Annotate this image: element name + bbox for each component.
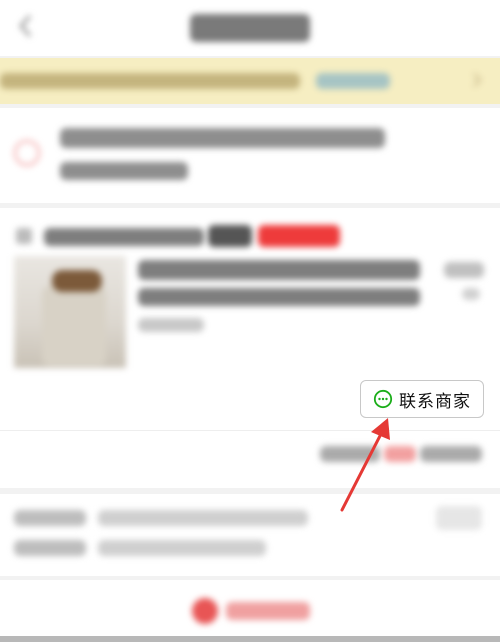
notice-banner [0, 58, 500, 104]
home-indicator [0, 636, 500, 642]
bottom-action-card [0, 580, 500, 642]
product-spec [138, 318, 204, 332]
order-number-label [14, 510, 86, 526]
shop-promo-tag [258, 225, 340, 247]
product-thumbnail[interactable] [14, 256, 126, 368]
chevron-right-icon[interactable] [472, 72, 482, 88]
product-quantity [462, 288, 480, 300]
product-title[interactable] [138, 260, 420, 280]
status-subtext [60, 162, 188, 180]
page-title [190, 14, 310, 42]
notice-text [0, 73, 300, 89]
shop-name[interactable] [44, 228, 204, 246]
order-time-label [14, 540, 86, 556]
order-number-value [98, 510, 308, 526]
chat-bubble-icon [373, 389, 393, 409]
order-total-note [420, 446, 482, 462]
copy-button[interactable] [436, 506, 482, 530]
bottom-action-icon [192, 598, 218, 624]
order-status-card [0, 108, 500, 203]
product-title-line2 [138, 288, 420, 306]
contact-merchant-label: 联系商家 [399, 391, 471, 412]
annotation-arrow-icon [340, 418, 390, 512]
top-nav-bar [0, 0, 500, 56]
divider [0, 430, 500, 431]
order-info-card [0, 494, 500, 576]
order-time-value [98, 540, 266, 556]
status-text [60, 128, 385, 148]
back-arrow-icon[interactable] [18, 14, 34, 38]
shop-tag [208, 225, 252, 247]
product-price [444, 262, 484, 278]
shop-icon [16, 228, 32, 244]
notice-link[interactable] [316, 73, 390, 89]
bottom-action-button[interactable] [226, 602, 310, 620]
status-icon [14, 140, 40, 166]
